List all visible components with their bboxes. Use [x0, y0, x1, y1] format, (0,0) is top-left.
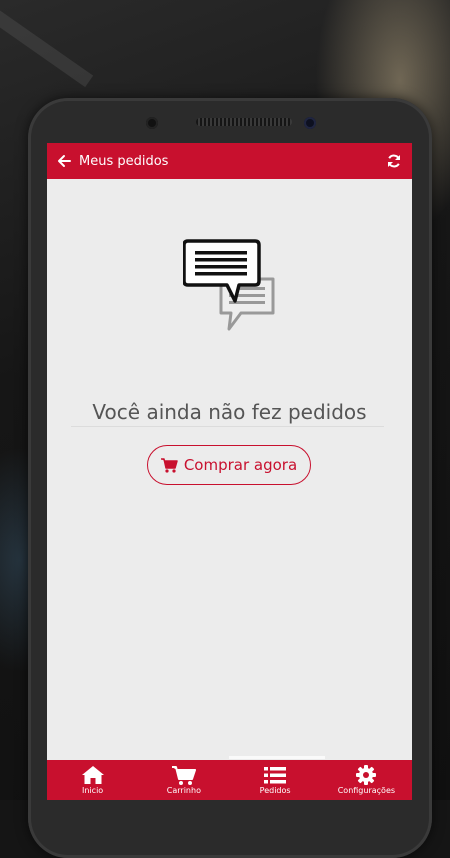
cart-icon — [160, 457, 178, 473]
tab-inicio[interactable]: Inicio — [47, 760, 138, 800]
sensor-dot — [146, 117, 158, 129]
tab-label: Inicio — [82, 786, 104, 795]
buy-now-button[interactable]: Comprar agora — [147, 445, 311, 485]
refresh-icon — [388, 154, 400, 168]
front-camera — [304, 117, 316, 129]
bottom-tab-bar: Inicio Carrinho Pedidos Configurações — [47, 760, 412, 800]
refresh-button[interactable] — [386, 153, 402, 169]
back-button[interactable] — [57, 153, 73, 169]
tab-label: Carrinho — [166, 786, 201, 795]
tab-pedidos[interactable]: Pedidos — [230, 760, 321, 800]
empty-state: Você ainda não fez pedidos Comprar agora — [47, 179, 412, 760]
tab-configuracoes[interactable]: Configurações — [321, 760, 412, 800]
tab-label: Configurações — [337, 786, 396, 795]
background-decoration — [0, 6, 94, 88]
list-icon — [264, 767, 287, 784]
empty-message: Você ainda não fez pedidos — [92, 400, 367, 424]
app-screen: Meus pedidos Você ainda não fez pedidos — [47, 143, 412, 800]
app-header: Meus pedidos — [47, 143, 412, 179]
page-title: Meus pedidos — [79, 153, 169, 169]
gear-icon — [356, 765, 377, 785]
cart-icon — [171, 766, 196, 785]
tab-label: Pedidos — [259, 786, 291, 795]
divider — [71, 426, 384, 427]
earpiece-speaker — [196, 118, 292, 126]
tab-carrinho[interactable]: Carrinho — [138, 760, 229, 800]
home-indicator — [229, 756, 325, 759]
arrow-left-icon — [58, 155, 71, 167]
home-icon — [81, 766, 104, 784]
buy-now-label: Comprar agora — [183, 456, 298, 474]
chat-bubbles-icon — [183, 239, 275, 331]
